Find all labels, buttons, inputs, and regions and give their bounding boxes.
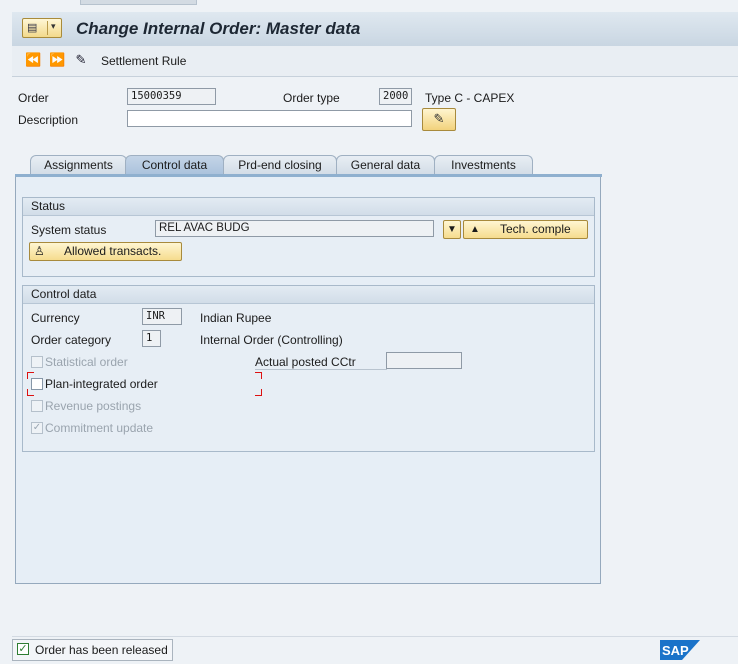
plan-integrated-order-label: Plan-integrated order (45, 377, 158, 391)
checkmark-icon: ✓ (32, 422, 42, 433)
tab-investments[interactable]: Investments (434, 155, 533, 175)
sap-logo: SAP (660, 640, 700, 660)
title-bar: ▤ ▾ Change Internal Order: Master data (12, 12, 738, 47)
description-label: Description (18, 113, 79, 127)
tab-prd-end-closing[interactable]: Prd-end closing (223, 155, 337, 175)
order-type-text: Type C - CAPEX (425, 91, 515, 105)
allowed-transactions-button[interactable]: ♙ Allowed transacts. (29, 242, 182, 261)
edit-long-text-button[interactable]: ✎ (422, 108, 456, 131)
actual-posted-cctr-field[interactable] (386, 352, 462, 369)
tab-assignments[interactable]: Assignments (30, 155, 127, 175)
order-type-label: Order type (283, 91, 340, 105)
revenue-postings-label: Revenue postings (45, 399, 142, 413)
order-label: Order (18, 91, 49, 105)
order-type-field[interactable]: 2000 (379, 88, 412, 105)
currency-field[interactable]: INR (142, 308, 182, 325)
page-title: Change Internal Order: Master data (76, 19, 361, 38)
status-group-title: Status (23, 198, 594, 216)
settlement-icon[interactable]: ✎ (73, 52, 89, 68)
statistical-order-checkbox (31, 356, 43, 368)
window-top-tab (80, 0, 197, 5)
settlement-rule-button[interactable]: Settlement Rule (101, 54, 186, 68)
success-check-icon: ✓ (17, 643, 29, 655)
focus-corner-top-right (255, 372, 262, 379)
system-status-field[interactable]: REL AVAC BUDG (155, 220, 434, 237)
actual-posted-cctr-underline (255, 369, 387, 370)
status-dropdown-button[interactable]: ▼ (443, 220, 461, 239)
next-order-icon[interactable]: ⏩ (49, 52, 65, 68)
order-field[interactable]: 15000359 (127, 88, 216, 105)
description-field[interactable] (127, 110, 412, 127)
statistical-order-label: Statistical order (45, 355, 128, 369)
menu-separator (47, 21, 48, 35)
allowed-transactions-label: Allowed transacts. (64, 244, 162, 258)
menu-icon: ▤ (27, 22, 38, 34)
menu-button[interactable]: ▤ ▾ (22, 18, 62, 38)
actual-posted-cctr-label: Actual posted CCtr (255, 355, 356, 369)
order-category-field[interactable]: 1 (142, 330, 161, 347)
tab-general-data[interactable]: General data (336, 155, 435, 175)
system-status-label: System status (31, 223, 107, 237)
focus-corner-bottom-right (255, 389, 262, 396)
application-toolbar: ⏪ ⏩ ✎ Settlement Rule (12, 46, 738, 77)
tech-complete-label: Tech. comple (500, 222, 571, 236)
user-icon: ♙ (34, 244, 45, 258)
control-data-group-title: Control data (23, 286, 594, 304)
status-message[interactable]: Order has been released (12, 639, 173, 661)
focus-corner-bottom-left (27, 389, 34, 396)
commitment-update-checkbox: ✓ (31, 422, 43, 434)
plan-integrated-order-checkbox[interactable] (31, 378, 43, 390)
commitment-update-label: Commitment update (45, 421, 154, 435)
tab-control-data[interactable]: Control data (125, 155, 224, 175)
triangle-up-icon: ▲ (470, 224, 480, 235)
order-category-label: Order category (31, 333, 112, 347)
sap-logo-text: SAP (662, 643, 689, 658)
currency-label: Currency (31, 311, 80, 325)
order-category-text: Internal Order (Controlling) (200, 333, 343, 347)
previous-order-icon[interactable]: ⏪ (25, 52, 41, 68)
chevron-down-icon: ▾ (51, 21, 56, 31)
revenue-postings-checkbox (31, 400, 43, 412)
triangle-down-icon: ▼ (447, 224, 457, 235)
tab-panel-top-line (15, 174, 602, 177)
edit-icon: ✎ (433, 111, 445, 126)
currency-text: Indian Rupee (200, 311, 272, 325)
tech-complete-button[interactable]: ▲ Tech. comple (463, 220, 588, 239)
